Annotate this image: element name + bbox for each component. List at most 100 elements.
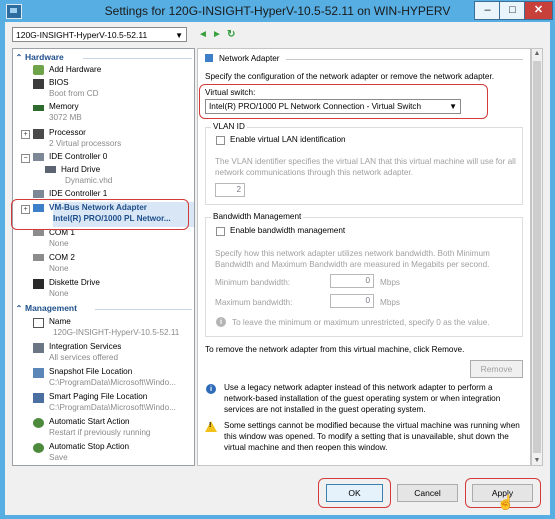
- tree-item-hard-drive[interactable]: Hard Drive: [61, 165, 100, 176]
- tree-item-diskette-drive[interactable]: Diskette Drive: [49, 278, 100, 289]
- vm-selector[interactable]: 120G-INSIGHT-HyperV-10.5-52.11 ▼: [12, 27, 187, 42]
- maximize-button[interactable]: □: [499, 1, 526, 20]
- close-button[interactable]: ✕: [524, 1, 553, 20]
- collapse-icon: ⌃: [15, 304, 23, 313]
- vm-selector-value: 120G-INSIGHT-HyperV-10.5-52.11: [16, 30, 148, 40]
- smart-paging-icon: [33, 393, 44, 403]
- tree-item-integration-detail: All services offered: [49, 353, 119, 362]
- tree-item-automatic-stop[interactable]: Automatic Stop Action: [49, 442, 129, 453]
- management-section-header[interactable]: ⌃ Management: [13, 303, 194, 314]
- tree-item-com2-detail: None: [49, 264, 69, 273]
- bandwidth-help-line-1: Specify how this network adapter utilize…: [215, 249, 490, 258]
- collapse-tree-icon[interactable]: −: [21, 154, 30, 163]
- bandwidth-info-text: To leave the minimum or maximum unrestri…: [232, 318, 490, 327]
- scrollbar-thumb[interactable]: [533, 61, 541, 453]
- mouse-cursor-icon: ☝: [497, 494, 515, 510]
- min-bandwidth-unit: Mbps: [380, 278, 401, 287]
- settings-tree[interactable]: ⌃ Hardware Add Hardware BIOS Boot from CD…: [12, 48, 195, 466]
- legacy-adapter-line-1: Use a legacy network adapter instead of …: [224, 383, 493, 392]
- header-divider: [286, 59, 523, 60]
- collapse-icon: ⌃: [15, 53, 23, 62]
- tree-item-auto-start-detail: Restart if previously running: [49, 428, 151, 437]
- scroll-up-icon[interactable]: ▲: [532, 50, 542, 57]
- network-adapter-icon: [205, 54, 213, 62]
- tree-item-name[interactable]: Name: [49, 317, 71, 328]
- tree-item-name-detail: 120G-INSIGHT-HyperV-10.5-52.11: [53, 328, 180, 337]
- panel-header: Network Adapter: [219, 54, 280, 63]
- max-bandwidth-label: Maximum bandwidth:: [215, 298, 293, 307]
- remove-instructions: To remove the network adapter from this …: [205, 345, 465, 354]
- bandwidth-checkbox[interactable]: [216, 227, 225, 236]
- highlight-ok-button: [318, 478, 391, 508]
- add-hardware-icon: [33, 65, 44, 75]
- vlan-group-label: VLAN ID: [211, 122, 247, 131]
- tree-item-automatic-start[interactable]: Automatic Start Action: [49, 417, 130, 428]
- warning-line-2: this window was opened. To modify a sett…: [224, 432, 509, 441]
- bandwidth-checkbox-label[interactable]: Enable bandwidth management: [230, 226, 345, 235]
- memory-icon: [33, 105, 44, 111]
- legacy-adapter-line-2: network-based installation of the guest …: [224, 394, 501, 403]
- hard-drive-icon: [45, 166, 56, 173]
- info-icon: i: [206, 384, 216, 394]
- info-icon: i: [216, 317, 226, 327]
- vlan-id-input[interactable]: 2: [215, 183, 245, 197]
- automatic-start-icon: [33, 418, 44, 428]
- name-icon: [33, 318, 44, 328]
- scroll-down-icon[interactable]: ▼: [532, 457, 542, 464]
- hardware-section-header[interactable]: ⌃ Hardware: [13, 52, 194, 63]
- tree-item-add-hardware[interactable]: Add Hardware: [49, 65, 101, 76]
- com-port-icon: [33, 254, 44, 261]
- title-bar[interactable]: Settings for 120G-INSIGHT-HyperV-10.5-52…: [0, 0, 555, 22]
- ide-controller-icon: [33, 153, 44, 161]
- max-bandwidth-unit: Mbps: [380, 298, 401, 307]
- tree-item-snapshot-detail: C:\ProgramData\Microsoft\Windo...: [49, 378, 176, 387]
- vlan-help-line-2: network communications through this netw…: [215, 168, 413, 177]
- forward-arrow-icon[interactable]: ►: [212, 29, 222, 40]
- vlan-checkbox-label[interactable]: Enable virtual LAN identification: [230, 135, 346, 144]
- remove-button[interactable]: Remove: [470, 360, 523, 378]
- snapshot-icon: [33, 368, 44, 378]
- highlight-network-adapter: [11, 199, 189, 230]
- panel-description: Specify the configuration of the network…: [205, 72, 495, 81]
- diskette-icon: [33, 279, 44, 289]
- processor-icon: [33, 129, 44, 139]
- tree-item-snapshot-file-location[interactable]: Snapshot File Location: [49, 367, 132, 378]
- com-port-icon: [33, 229, 44, 236]
- tree-item-smart-paging[interactable]: Smart Paging File Location: [49, 392, 147, 403]
- tree-item-processor[interactable]: Processor: [49, 128, 86, 139]
- expand-icon[interactable]: +: [21, 130, 30, 139]
- tree-item-ide-controller-0[interactable]: IDE Controller 0: [49, 152, 107, 163]
- tree-item-integration-services[interactable]: Integration Services: [49, 342, 121, 353]
- tree-item-com1-detail: None: [49, 239, 69, 248]
- tree-item-memory[interactable]: Memory: [49, 102, 79, 113]
- bandwidth-help-line-2: Bandwidth and Maximum Bandwidth are meas…: [215, 260, 490, 269]
- warning-icon: !: [205, 421, 217, 432]
- tree-item-memory-detail: 3072 MB: [49, 113, 82, 122]
- vlan-checkbox[interactable]: [216, 136, 225, 145]
- legacy-adapter-line-3: services are not installed in the guest …: [224, 405, 426, 414]
- warning-line-1: Some settings cannot be modified because…: [224, 421, 520, 430]
- back-arrow-icon[interactable]: ◄: [198, 29, 208, 40]
- tree-item-paging-detail: C:\ProgramData\Microsoft\Windo...: [49, 403, 176, 412]
- warning-line-3: virtual machine and then reopen this win…: [224, 443, 388, 452]
- vlan-help-line-1: The VLAN identifier specifies the virtua…: [215, 157, 516, 166]
- integration-services-icon: [33, 343, 44, 353]
- tree-item-com2[interactable]: COM 2: [49, 253, 75, 264]
- window-title: Settings for 120G-INSIGHT-HyperV-10.5-52…: [104, 4, 451, 18]
- tree-item-diskette-detail: None: [49, 289, 69, 298]
- min-bandwidth-input[interactable]: 0: [330, 274, 374, 288]
- highlight-virtual-switch: [199, 84, 488, 119]
- refresh-icon[interactable]: ↻: [227, 29, 235, 40]
- tree-item-hard-drive-detail: Dynamic.vhd: [65, 176, 113, 185]
- cancel-button[interactable]: Cancel: [397, 484, 458, 502]
- ide-controller-icon: [33, 190, 44, 198]
- tree-item-auto-stop-detail: Save: [49, 453, 68, 462]
- panel-scrollbar[interactable]: ▲ ▼: [531, 48, 543, 466]
- max-bandwidth-input[interactable]: 0: [330, 294, 374, 308]
- tree-item-bios[interactable]: BIOS: [49, 78, 69, 89]
- chevron-down-icon: ▼: [175, 31, 183, 40]
- minimize-button[interactable]: –: [474, 1, 501, 20]
- tree-item-processor-detail: 2 Virtual processors: [49, 139, 122, 148]
- min-bandwidth-label: Minimum bandwidth:: [215, 278, 291, 287]
- bandwidth-group-label: Bandwidth Management: [211, 212, 304, 221]
